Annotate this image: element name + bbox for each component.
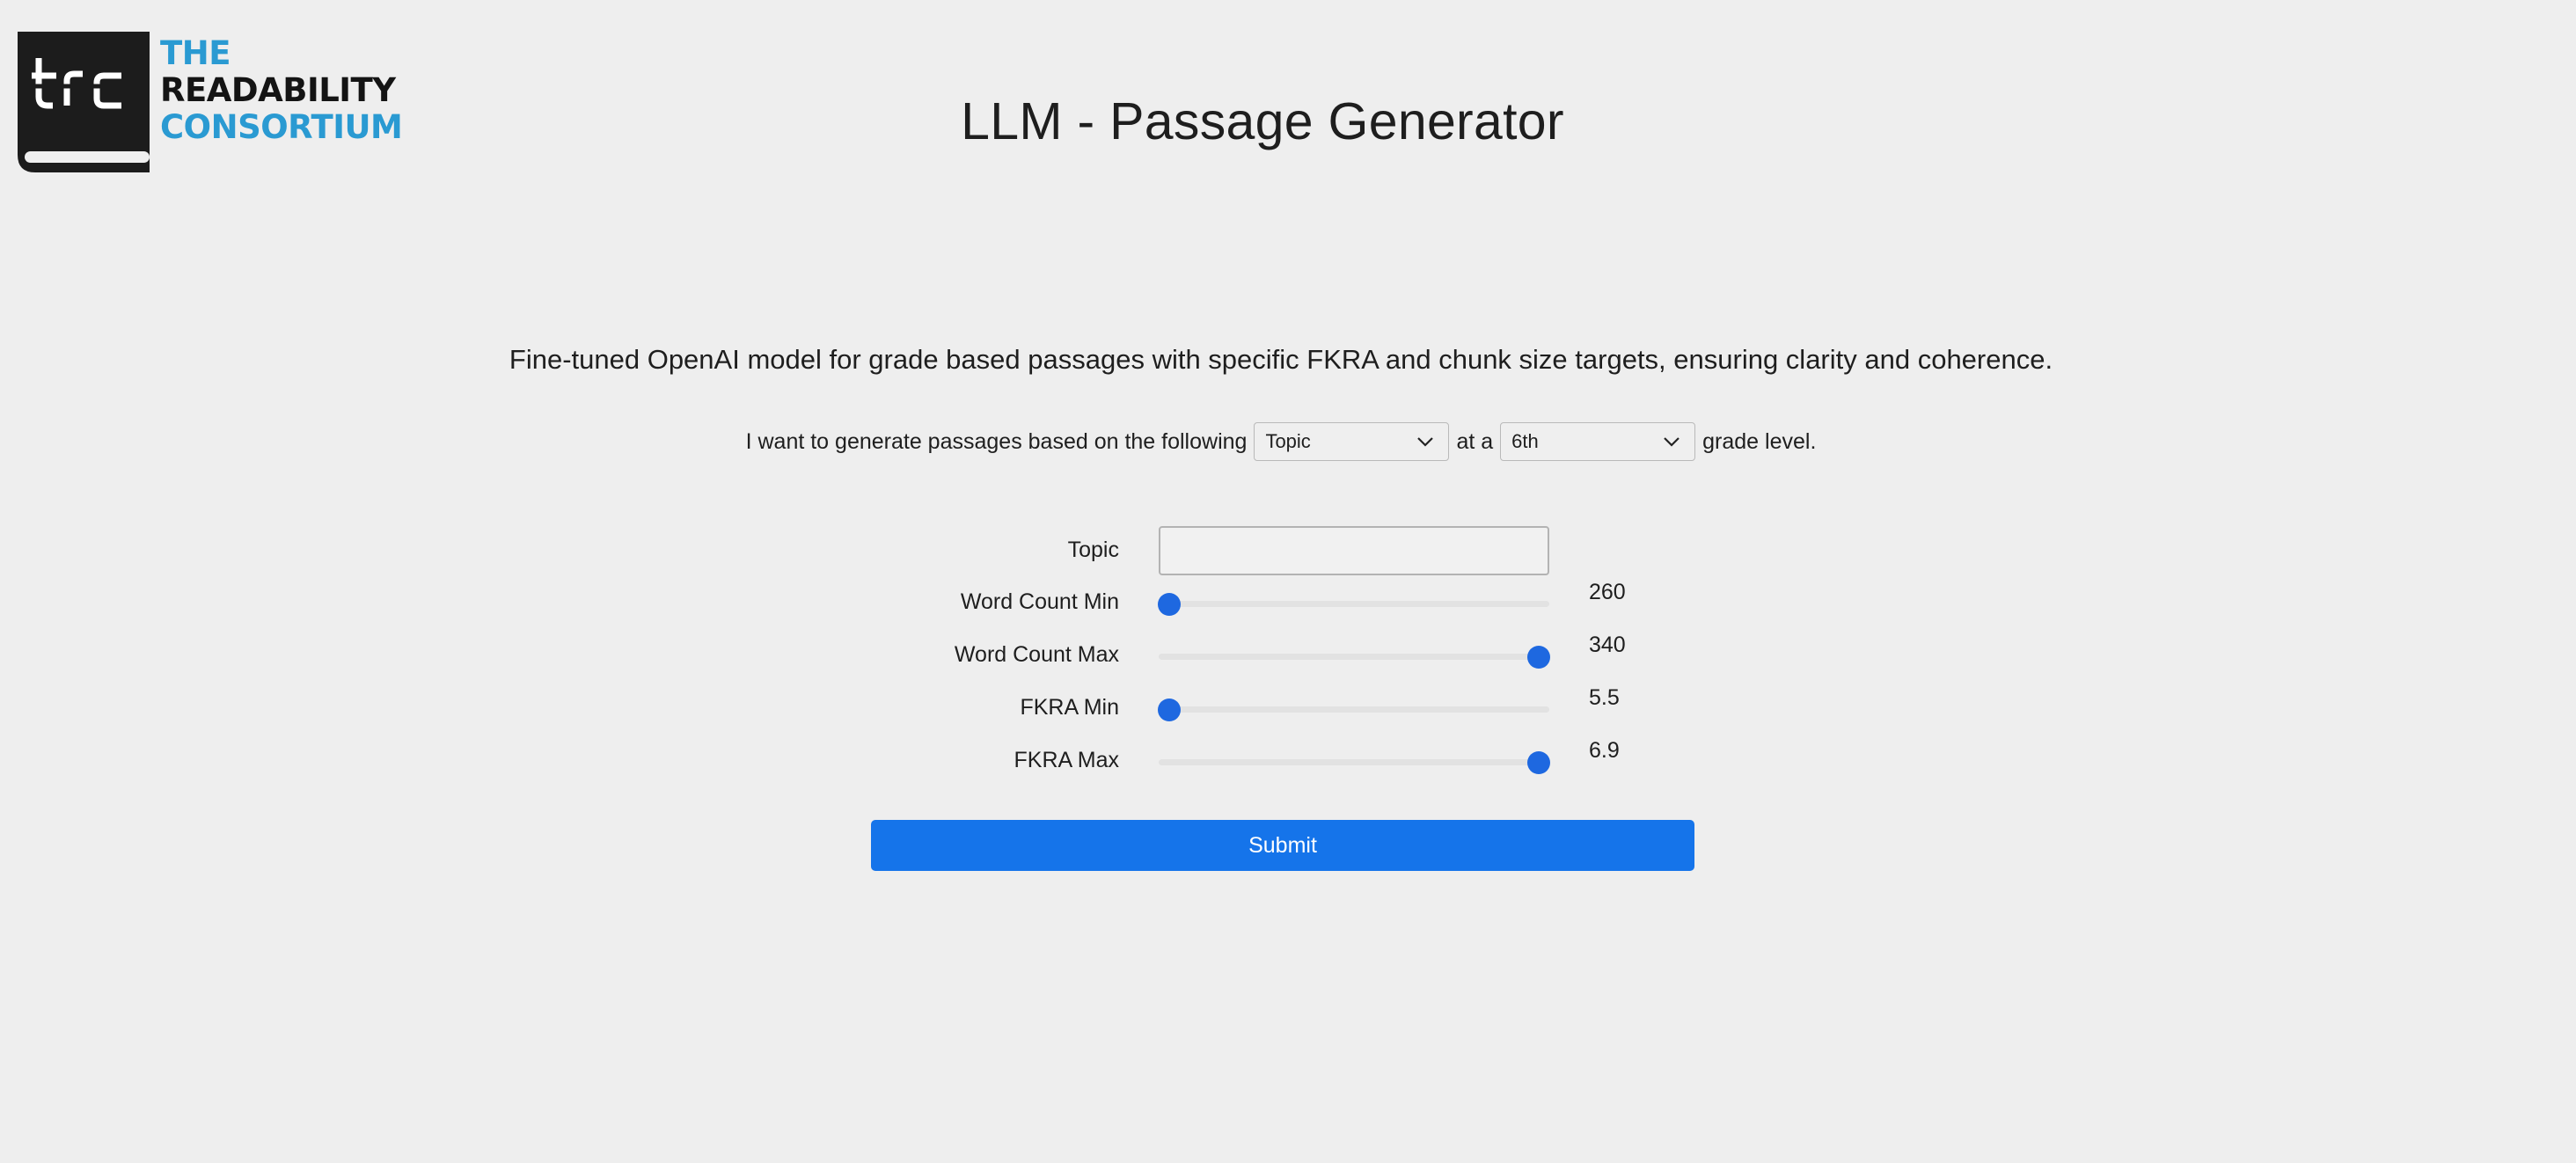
- slider-thumb[interactable]: [1158, 699, 1181, 721]
- source-type-value: Topic: [1265, 430, 1311, 452]
- grade-level-value: 6th: [1511, 430, 1539, 452]
- logo-line-the: THE: [160, 34, 231, 72]
- word-count-max-slider[interactable]: [1159, 644, 1550, 669]
- fkra-max-value: 6.9: [1589, 738, 1620, 763]
- grade-level-select[interactable]: 6th: [1500, 422, 1696, 461]
- slider-track: [1159, 706, 1549, 713]
- chevron-down-icon: [1417, 437, 1434, 447]
- page-description: Fine-tuned OpenAI model for grade based …: [509, 344, 2053, 375]
- slider-thumb[interactable]: [1158, 593, 1181, 616]
- topic-input[interactable]: [1159, 526, 1549, 575]
- slider-track: [1159, 654, 1549, 660]
- fkra-max-slider[interactable]: [1159, 750, 1550, 774]
- word-count-min-value: 260: [1589, 580, 1626, 604]
- word-count-max-value: 340: [1589, 633, 1626, 657]
- fkra-max-label: FKRA Max: [1014, 748, 1119, 772]
- sentence-middle: at a: [1456, 428, 1494, 454]
- chevron-down-icon: [1664, 437, 1680, 447]
- fkra-min-value: 5.5: [1589, 685, 1620, 710]
- source-type-select[interactable]: Topic: [1254, 422, 1450, 461]
- slider-thumb[interactable]: [1527, 646, 1550, 669]
- word-count-min-label: Word Count Min: [960, 589, 1119, 614]
- fkra-min-label: FKRA Min: [1020, 695, 1119, 720]
- word-count-min-slider[interactable]: [1158, 591, 1549, 616]
- sentence-suffix: grade level.: [1702, 428, 1817, 454]
- generation-sentence: I want to generate passages based on the…: [0, 421, 2562, 463]
- submit-button[interactable]: Submit: [871, 820, 1694, 871]
- word-count-max-label: Word Count Max: [954, 642, 1119, 667]
- slider-thumb[interactable]: [1527, 751, 1550, 774]
- slider-track: [1159, 759, 1549, 765]
- slider-track: [1159, 601, 1549, 607]
- fkra-min-slider[interactable]: [1158, 697, 1549, 721]
- topic-label: Topic: [1067, 538, 1119, 562]
- sentence-prefix: I want to generate passages based on the…: [745, 428, 1248, 454]
- page-title: LLM - Passage Generator: [961, 92, 1564, 150]
